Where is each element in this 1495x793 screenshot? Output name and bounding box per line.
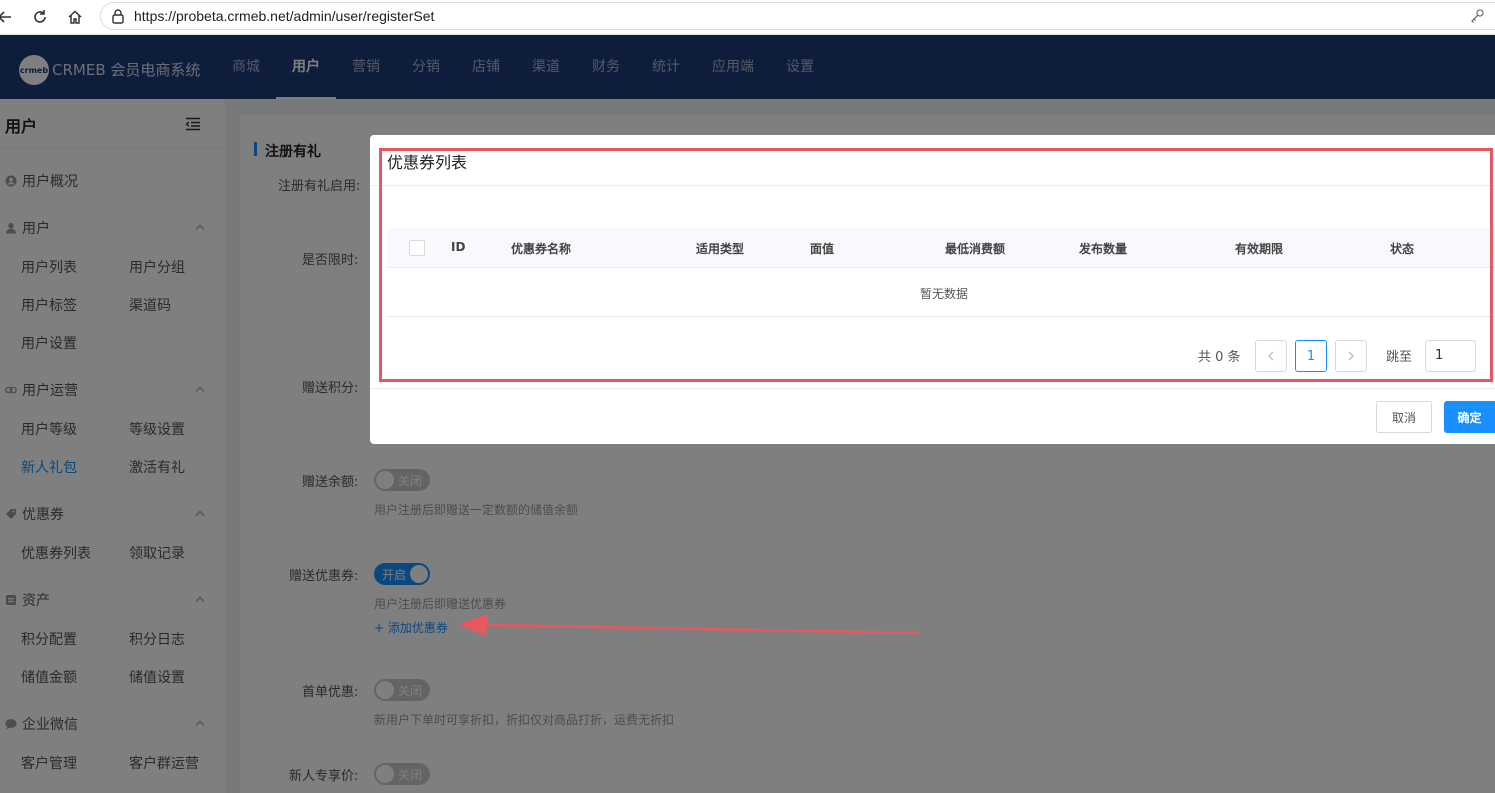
url-text[interactable]: https://probeta.crmeb.net/admin/user/reg… [134, 8, 434, 24]
annotation-highlight-box [379, 148, 1493, 382]
modal-footer-divider [370, 388, 1495, 389]
browser-toolbar: https://probeta.crmeb.net/admin/user/reg… [0, 0, 1495, 35]
address-bar[interactable]: https://probeta.crmeb.net/admin/user/reg… [100, 2, 1495, 30]
home-icon[interactable] [64, 6, 86, 28]
back-icon[interactable] [0, 6, 16, 28]
lock-icon [112, 9, 124, 24]
cancel-button[interactable]: 取消 [1376, 401, 1432, 433]
reload-icon[interactable] [29, 6, 51, 28]
confirm-button[interactable]: 确定 [1444, 401, 1495, 433]
key-icon[interactable] [1469, 8, 1485, 24]
